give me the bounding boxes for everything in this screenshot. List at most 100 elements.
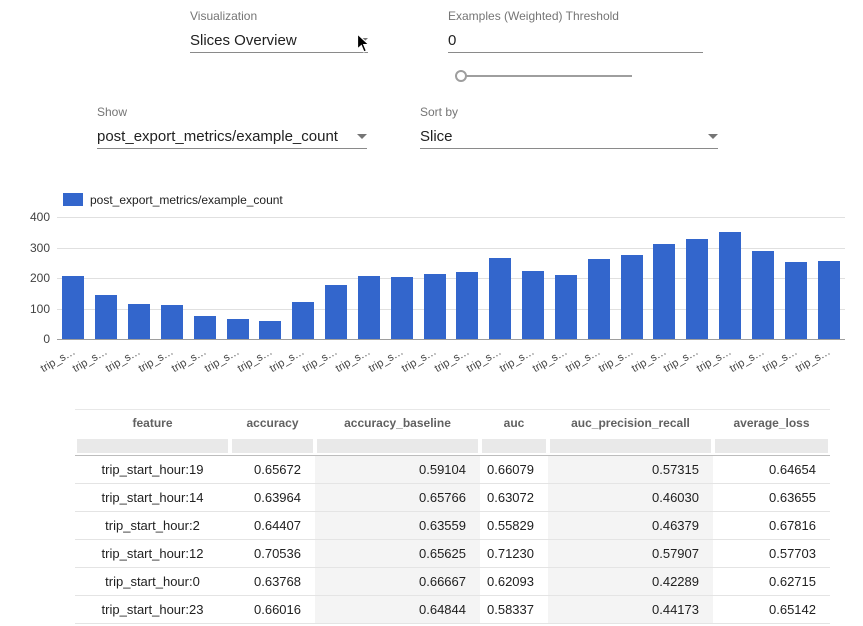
show-metric-dropdown[interactable]: post_export_metrics/example_count [97,125,367,149]
metric-cell: 0.63072 [480,484,548,512]
x-axis-label: trip_s… [695,346,734,375]
metric-cell: 0.42289 [548,568,713,596]
filter-cell [713,437,830,456]
metric-cell: 0.63768 [230,568,315,596]
bar[interactable] [686,239,708,339]
metric-cell: 0.44173 [548,596,713,624]
x-axis-label: trip_s… [564,346,603,375]
metric-cell: 0.57703 [713,540,830,568]
metric-cell: 0.57907 [548,540,713,568]
metric-cell: 0.46379 [548,512,713,540]
x-axis-label: trip_s… [268,346,307,375]
column-header-accuracy_baseline[interactable]: accuracy_baseline [315,410,480,437]
feature-cell: trip_start_hour:19 [75,456,230,484]
bar[interactable] [522,271,544,339]
x-axis-label: trip_s… [334,346,373,375]
bar[interactable] [161,305,183,339]
chevron-down-icon [357,134,367,139]
metric-cell: 0.62715 [713,568,830,596]
column-filter-input[interactable] [550,439,711,453]
x-axis-label: trip_s… [629,346,668,375]
x-axis-label: trip_s… [793,346,832,375]
metric-cell: 0.64844 [315,596,480,624]
y-tick-label: 0 [8,332,50,346]
metric-cell: 0.65766 [315,484,480,512]
metric-cell: 0.46030 [548,484,713,512]
slider-thumb[interactable] [455,70,467,82]
column-header-auc_precision_recall[interactable]: auc_precision_recall [548,410,713,437]
bar[interactable] [653,244,675,339]
gridline [57,339,845,340]
metrics-table: featureaccuracyaccuracy_baselineaucauc_p… [75,409,830,626]
bar[interactable] [292,302,314,339]
threshold-label: Examples (Weighted) Threshold [448,9,619,23]
bar[interactable] [785,262,807,339]
table-row: trip_start_hour:120.705360.656250.712300… [75,540,830,568]
sort-by-dropdown[interactable]: Slice [420,125,718,149]
show-label: Show [97,105,127,119]
feature-cell: trip_start_hour:23 [75,596,230,624]
bar[interactable] [588,259,610,339]
x-axis-label: trip_s… [531,346,570,375]
threshold-input[interactable]: 0 [448,29,703,53]
x-axis-label: trip_s… [202,346,241,375]
bar[interactable] [325,285,347,339]
bar[interactable] [424,274,446,339]
metric-cell: 0.63559 [315,512,480,540]
x-axis-label: trip_s… [301,346,340,375]
bar[interactable] [621,255,643,339]
metric-cell: 0.70536 [230,540,315,568]
x-axis-label: trip_s… [498,346,537,375]
column-filter-input[interactable] [232,439,313,453]
x-axis-label: trip_s… [728,346,767,375]
x-axis-label: trip_s… [596,346,635,375]
bar[interactable] [62,276,84,339]
bar[interactable] [95,295,117,339]
filter-cell [548,437,713,456]
table-row: trip_start_hour:20.644070.635590.558290.… [75,512,830,540]
threshold-slider[interactable] [456,75,632,77]
table-filter-row [75,437,830,456]
show-metric-value: post_export_metrics/example_count [97,128,338,145]
bar[interactable] [752,251,774,339]
visualization-label: Visualization [190,9,257,23]
bar[interactable] [719,232,741,339]
column-header-auc[interactable]: auc [480,410,548,437]
metric-cell: 0.71230 [480,540,548,568]
metric-cell: 0.63655 [713,484,830,512]
y-tick-label: 300 [8,241,50,255]
column-filter-input[interactable] [77,439,228,453]
bar[interactable] [227,319,249,339]
bar[interactable] [259,321,281,339]
column-filter-input[interactable] [715,439,828,453]
metric-cell: 0.55829 [480,512,548,540]
x-axis-label: trip_s… [465,346,504,375]
column-header-feature[interactable]: feature [75,410,230,437]
column-header-accuracy[interactable]: accuracy [230,410,315,437]
x-axis-label: trip_s… [38,346,77,375]
metric-cell: 0.58337 [480,596,548,624]
bar[interactable] [194,316,216,339]
metric-cell: 0.65142 [713,596,830,624]
column-header-average_loss[interactable]: average_loss [713,410,830,437]
feature-cell: trip_start_hour:14 [75,484,230,512]
metric-cell: 0.66016 [230,596,315,624]
bar[interactable] [358,276,380,339]
x-axis-label: trip_s… [761,346,800,375]
metric-cell: 0.64407 [230,512,315,540]
sort-by-value: Slice [420,128,453,145]
visualization-dropdown[interactable]: Slices Overview [190,29,368,53]
bar[interactable] [489,258,511,339]
bar[interactable] [391,277,413,339]
column-filter-input[interactable] [482,439,546,453]
bar[interactable] [818,261,840,339]
y-tick-label: 400 [8,210,50,224]
column-filter-input[interactable] [317,439,478,453]
bar[interactable] [555,275,577,339]
bar[interactable] [456,272,478,339]
filter-cell [480,437,548,456]
table-header-row: featureaccuracyaccuracy_baselineaucauc_p… [75,410,830,437]
metric-cell: 0.65672 [230,456,315,484]
bar[interactable] [128,304,150,339]
table-row: trip_start_hour:00.637680.666670.620930.… [75,568,830,596]
